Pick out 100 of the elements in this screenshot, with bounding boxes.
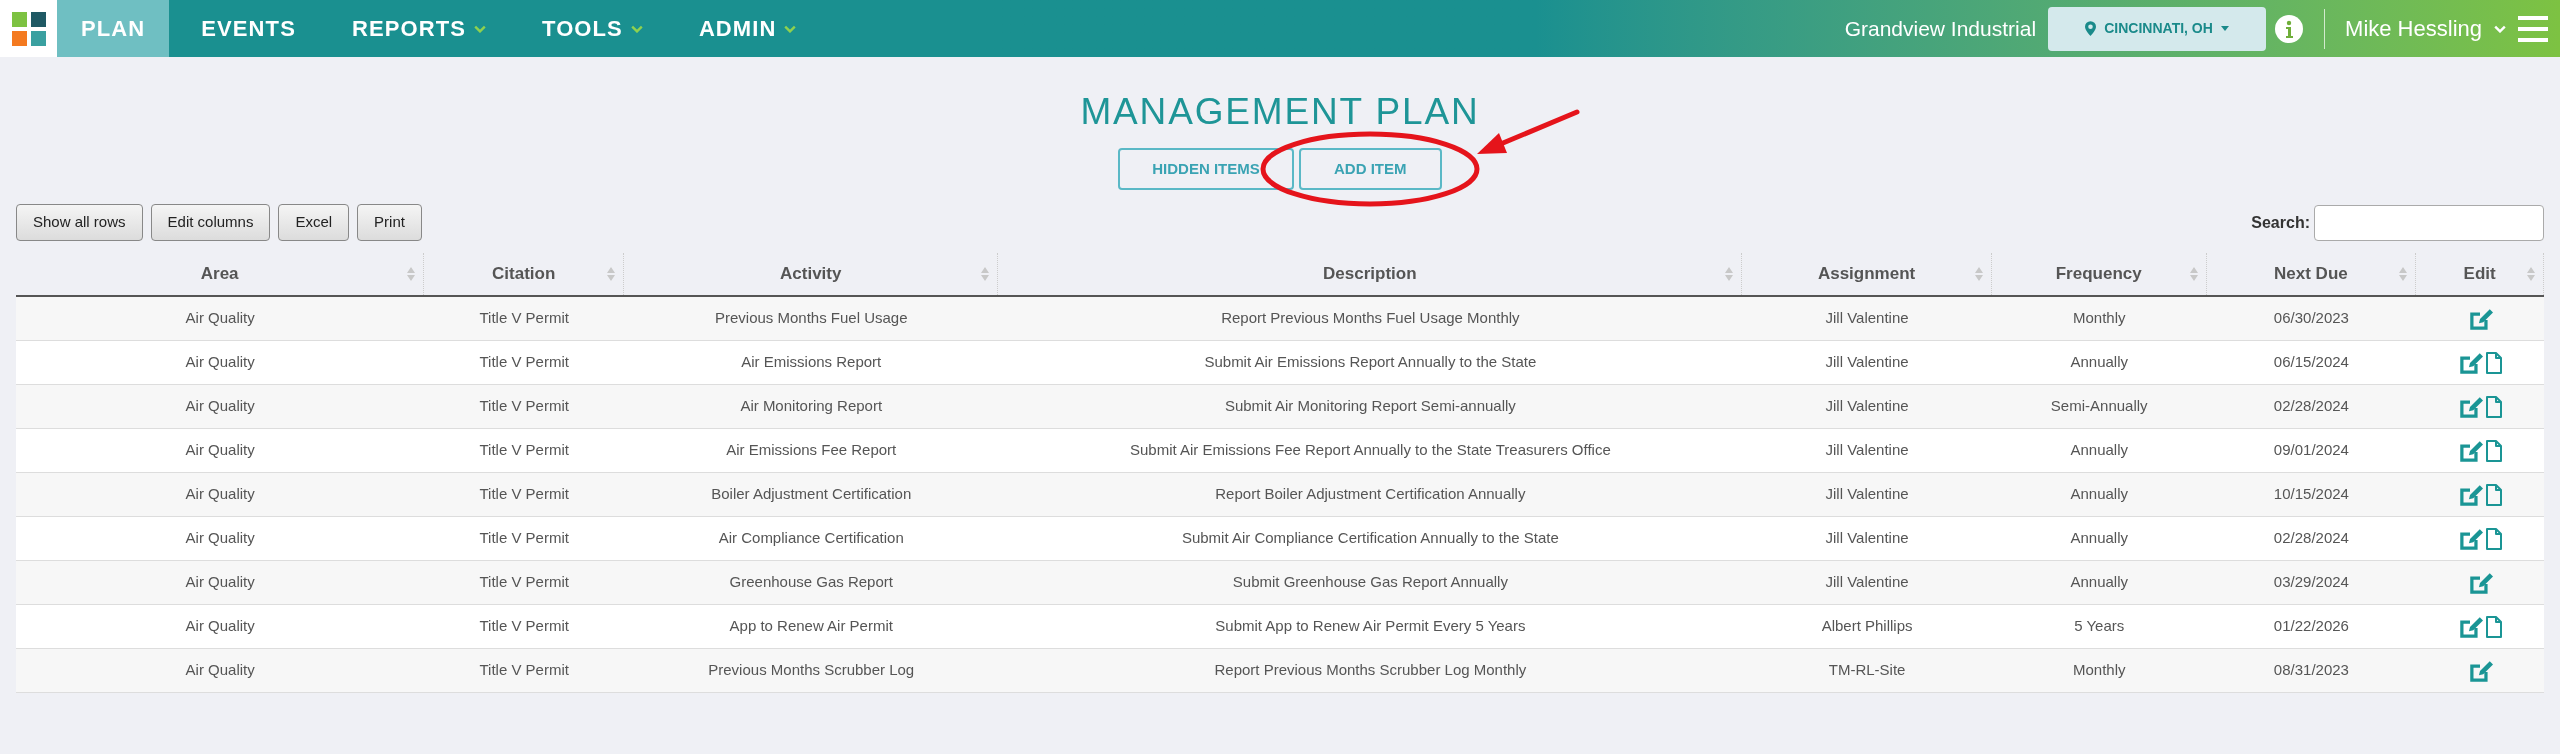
table-cell-text: Title V Permit [478, 352, 570, 373]
table-cell-text: Annually [2069, 528, 2129, 549]
table-cell-text: Title V Permit [478, 660, 570, 681]
column-header[interactable]: Description [998, 253, 1743, 295]
table-cell-text: TM-RL-Site [1827, 660, 1907, 681]
map-pin-icon [2085, 21, 2097, 36]
table-cell-text: Monthly [2071, 308, 2127, 329]
column-header[interactable]: Assignment [1742, 253, 1992, 295]
sort-icon [1974, 267, 1983, 281]
nav-tab[interactable]: REPORTS [327, 0, 510, 57]
sort-icon [981, 267, 990, 281]
page-title: MANAGEMENT PLAN [1080, 89, 1480, 134]
search-label: Search: [2251, 212, 2310, 233]
sort-icon [607, 267, 616, 281]
sort-icon [407, 267, 416, 281]
sort-icon [2399, 267, 2408, 281]
document-icon[interactable] [2485, 350, 2504, 375]
table-cell-text: 02/28/2024 [2272, 528, 2350, 549]
toolbar-button[interactable]: Show all rows [16, 204, 143, 241]
table-cell-text: Title V Permit [478, 440, 570, 461]
menu-icon[interactable] [2518, 15, 2548, 42]
nav-tab[interactable]: EVENTS [177, 0, 320, 57]
table-cell-text: Submit Air Monitoring Report Semi-annually [1223, 396, 1517, 417]
table-cell-text: Title V Permit [478, 308, 570, 329]
table-cell-text: Annually [2069, 484, 2129, 505]
chevron-down-icon [2494, 24, 2506, 33]
table-cell-text: Annually [2069, 352, 2129, 373]
table-cell-text: Air Monitoring Report [739, 396, 884, 417]
table-cell-text: Submit Air Emissions Report Annually to the State [1203, 352, 1538, 373]
toolbar-button[interactable]: Print [357, 204, 422, 241]
table-cell-text: Air Quality [184, 352, 256, 373]
table-cell-text: Air Quality [184, 440, 256, 461]
table-cell-text: Submit Air Emissions Fee Report Annually to the State Treasurers Office [1128, 440, 1612, 461]
table-cell-text: Jill Valentine [1824, 396, 1910, 417]
column-header[interactable]: Edit [2416, 253, 2544, 295]
table-cell-text: Air Quality [184, 572, 256, 593]
table-cell-text: Title V Permit [478, 396, 570, 417]
table-cell-text: Submit Greenhouse Gas Report Annually [1231, 572, 1509, 593]
column-header[interactable]: Activity [624, 253, 999, 295]
document-icon[interactable] [2485, 438, 2504, 463]
toolbar-button[interactable]: Edit columns [150, 204, 271, 241]
column-header[interactable]: Citation [424, 253, 625, 295]
column-header[interactable]: Area [16, 253, 425, 295]
table-cell-text: Submit App to Renew Air Permit Every 5 Years [1214, 616, 1527, 637]
table-cell-text: Jill Valentine [1824, 440, 1910, 461]
document-icon[interactable] [2485, 614, 2504, 639]
table-cell-text: 09/01/2024 [2272, 440, 2350, 461]
table-cell-text: Air Quality [184, 660, 256, 681]
table-cell-text: 08/31/2023 [2272, 660, 2350, 681]
table-cell-text: 03/29/2024 [2272, 572, 2350, 593]
table-cell-text: 06/15/2024 [2272, 352, 2350, 373]
toolbar-button[interactable]: Excel [278, 204, 350, 241]
table-cell-text: Jill Valentine [1824, 352, 1910, 373]
table-cell-text: 02/28/2024 [2272, 396, 2350, 417]
sort-icon [2527, 267, 2535, 281]
table-cell-text: Report Boiler Adjustment Certification Annually [1214, 484, 1527, 505]
table-cell-text: Air Quality [184, 308, 256, 329]
table-cell-text: Jill Valentine [1824, 528, 1910, 549]
table-cell-text: Air Emissions Fee Report [725, 440, 898, 461]
search-field[interactable] [2314, 204, 2544, 241]
table-cell-text: Submit Air Compliance Certification Annually to the State [1180, 528, 1560, 549]
table-cell-text: Semi-Annually [2049, 396, 2149, 417]
nav-tab[interactable]: ADMIN [674, 0, 821, 57]
table-cell-text: Air Quality [184, 528, 256, 549]
document-icon[interactable] [2485, 394, 2504, 419]
table-cell-text: 01/22/2026 [2272, 616, 2350, 637]
company-name: Grandview Industrial [1844, 15, 2037, 42]
table-cell-text: Title V Permit [478, 484, 570, 505]
table-cell-text: Title V Permit [478, 572, 570, 593]
nav-tab[interactable]: TOOLS [518, 0, 667, 57]
table-cell-text: Jill Valentine [1824, 484, 1910, 505]
table-cell-text: Annually [2069, 440, 2129, 461]
table-cell-text: Air Quality [184, 484, 256, 505]
document-icon[interactable] [2485, 482, 2504, 507]
table-cell-text: Report Previous Months Fuel Usage Monthly [1220, 308, 1521, 329]
column-header[interactable]: Frequency [1991, 253, 2207, 295]
table-cell-text: Albert Phillips [1820, 616, 1914, 637]
table-cell-text: Title V Permit [478, 528, 570, 549]
caret-icon [2220, 26, 2229, 31]
table-cell-text: 06/30/2023 [2272, 308, 2350, 329]
document-icon[interactable] [2485, 526, 2504, 551]
table-cell-text: Title V Permit [478, 616, 570, 637]
sort-icon [2189, 267, 2198, 281]
table-cell-text: Air Compliance Certification [717, 528, 905, 549]
table-cell-text: Greenhouse Gas Report [728, 572, 894, 593]
table-cell-text: Air Emissions Report [740, 352, 883, 373]
table-cell-text: Air Quality [184, 616, 256, 637]
table-cell-text: Jill Valentine [1824, 572, 1910, 593]
table-cell-text: Jill Valentine [1824, 308, 1910, 329]
table-cell-text: 10/15/2024 [2272, 484, 2350, 505]
column-header[interactable]: Next Due [2206, 253, 2417, 295]
table-cell-text: Report Previous Months Scrubber Log Monthly [1213, 660, 1528, 681]
info-icon[interactable] [2274, 13, 2305, 44]
table-cell-text: 5 Years [2073, 616, 2126, 637]
table-cell-text: App to Renew Air Permit [728, 616, 894, 637]
table-cell-text: Air Quality [184, 396, 256, 417]
location-dropdown[interactable]: CINCINNATI, OH [2048, 6, 2267, 51]
table-cell-text: Annually [2069, 572, 2129, 593]
table-cell-text: Previous Months Scrubber Log [707, 660, 916, 681]
sort-icon [1725, 267, 1734, 281]
